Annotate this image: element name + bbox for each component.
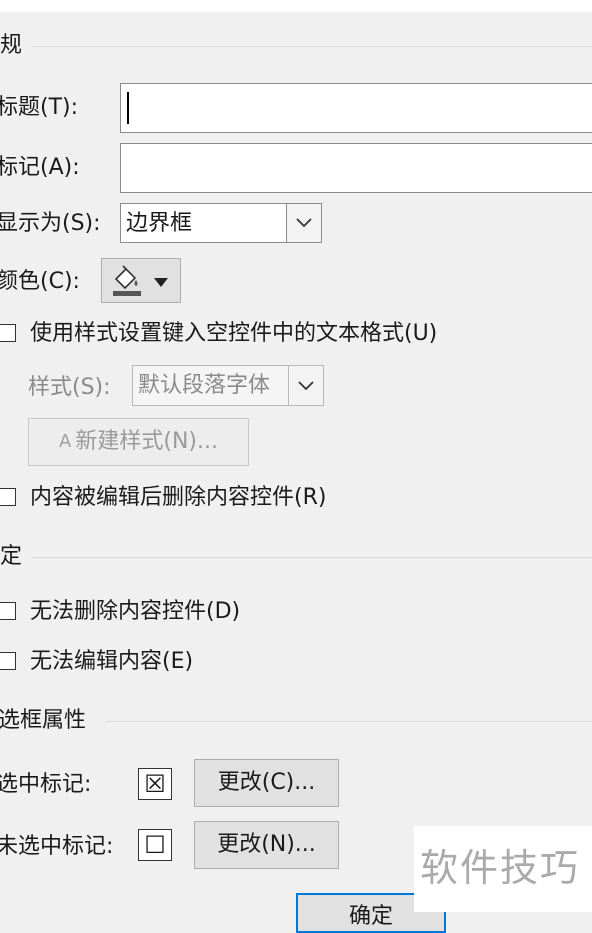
remove-after-edit-label: 内容被编辑后删除内容控件(R)	[30, 485, 327, 510]
cannot-delete-checkbox[interactable]	[0, 602, 16, 620]
section-title-checkbox-props: 选框属性	[0, 708, 87, 733]
use-style-checkbox[interactable]	[0, 324, 16, 342]
title-label: 标题(T):	[0, 95, 79, 120]
paint-bucket-icon	[110, 264, 144, 297]
cannot-edit-checkbox[interactable]	[0, 652, 16, 670]
cannot-edit-label: 无法编辑内容(E)	[30, 649, 194, 674]
show-as-select[interactable]: 边界框	[120, 203, 322, 243]
new-style-button[interactable]: A 新建样式(N)...	[28, 418, 249, 466]
unchecked-symbol-label: 未选中标记:	[0, 834, 114, 859]
checked-symbol-preview: ☒	[138, 768, 172, 800]
color-label: 颜色(C):	[0, 269, 80, 294]
show-as-label: 显示为(S):	[0, 211, 101, 236]
color-picker-button[interactable]	[101, 258, 181, 303]
title-input[interactable]	[120, 83, 592, 133]
use-style-label: 使用样式设置键入空控件中的文本格式(U)	[30, 321, 438, 346]
new-style-icon: A	[59, 431, 72, 452]
watermark-text: 软件技巧	[420, 846, 581, 890]
ok-button-label: 确定	[348, 904, 393, 929]
caret-down-icon	[154, 267, 168, 295]
style-label: 样式(S):	[28, 375, 111, 400]
new-style-button-label: 新建样式(N)...	[75, 429, 218, 454]
checked-box-icon: ☒	[144, 770, 166, 798]
style-value: 默认段落字体	[138, 373, 271, 398]
section-divider-checkbox-props	[106, 721, 592, 722]
section-title-general: 规	[0, 33, 23, 58]
section-divider-locking	[32, 557, 592, 558]
remove-after-edit-checkbox[interactable]	[0, 488, 16, 506]
tag-label: 标记(A):	[0, 155, 80, 180]
change-checked-button[interactable]: 更改(C)...	[194, 759, 339, 807]
section-divider-general	[32, 46, 592, 47]
style-select[interactable]: 默认段落字体	[132, 365, 324, 406]
unchecked-symbol-preview: ☐	[138, 829, 172, 861]
change-unchecked-button[interactable]: 更改(N)...	[194, 821, 339, 869]
unchecked-box-icon: ☐	[144, 831, 166, 859]
watermark-panel: 软件技巧	[414, 826, 592, 912]
chevron-down-icon[interactable]	[286, 204, 321, 242]
tag-input[interactable]	[120, 143, 592, 193]
section-title-locking: 定	[0, 544, 23, 569]
show-as-value: 边界框	[126, 211, 193, 236]
text-caret	[127, 92, 129, 124]
chevron-down-icon[interactable]	[288, 366, 323, 405]
checked-symbol-label: 选中标记:	[0, 772, 92, 797]
dialog-top-strip	[0, 0, 592, 12]
cannot-delete-label: 无法删除内容控件(D)	[30, 599, 241, 624]
